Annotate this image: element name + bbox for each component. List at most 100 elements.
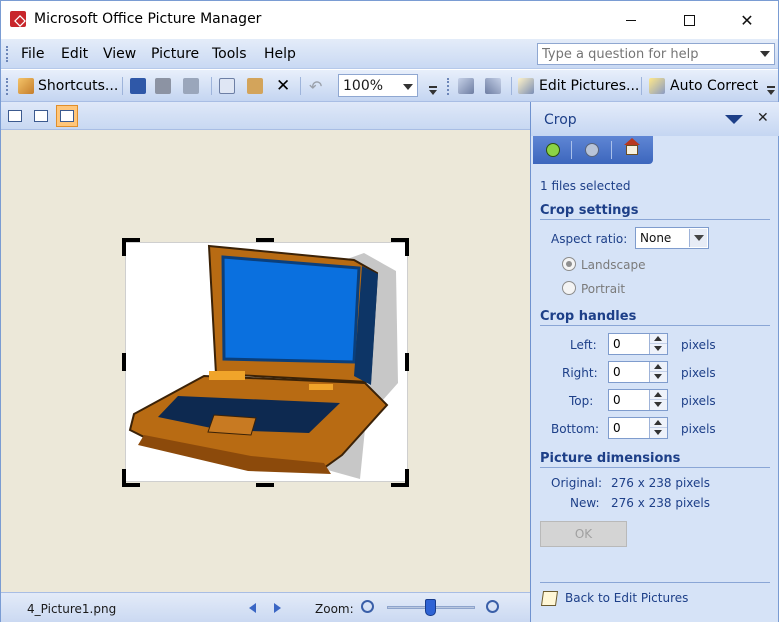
- filmstrip-view-button[interactable]: [30, 105, 52, 127]
- toolbar-grip[interactable]: [6, 78, 9, 95]
- landscape-radio[interactable]: [562, 257, 576, 271]
- menu-tools[interactable]: Tools: [212, 46, 247, 62]
- picture-manager-app-icon: [10, 11, 26, 27]
- section-divider: [540, 219, 770, 220]
- crop-handle-top-right[interactable]: [405, 238, 409, 256]
- left-handle-stepper[interactable]: [608, 333, 668, 355]
- stepper-up-icon[interactable]: [650, 362, 667, 372]
- back-to-edit-pictures-link[interactable]: Back to Edit Pictures: [565, 591, 688, 605]
- help-search-input[interactable]: [538, 44, 752, 64]
- save-button[interactable]: [130, 75, 146, 97]
- zoom-in-icon[interactable]: [486, 600, 499, 613]
- laptop-hinge-right: [309, 384, 333, 390]
- toolbar-separator: [122, 77, 123, 95]
- aspect-ratio-select[interactable]: None: [635, 227, 709, 249]
- zoom-out-icon[interactable]: [361, 600, 374, 613]
- zoom-dropdown-arrow-icon[interactable]: [403, 84, 413, 90]
- paste-button[interactable]: [247, 75, 263, 97]
- crop-handle-bottom-right[interactable]: [405, 469, 409, 487]
- menu-picture[interactable]: Picture: [151, 46, 199, 62]
- copy-button[interactable]: [219, 75, 235, 97]
- stepper-down-icon[interactable]: [650, 372, 667, 382]
- bottom-handle-stepper[interactable]: [608, 417, 668, 439]
- menu-view[interactable]: View: [103, 46, 136, 62]
- print-button[interactable]: [155, 75, 171, 97]
- single-picture-view-button[interactable]: [56, 105, 78, 127]
- right-handle-stepper[interactable]: [608, 361, 668, 383]
- task-pane-navigation: [533, 136, 653, 164]
- crop-handle-bottom[interactable]: [256, 483, 274, 487]
- stepper-up-icon[interactable]: [650, 418, 667, 428]
- task-pane-menu-icon[interactable]: [725, 115, 743, 124]
- top-handle-unit: pixels: [681, 394, 716, 408]
- close-button[interactable]: ✕: [724, 1, 770, 39]
- stepper-down-icon[interactable]: [650, 344, 667, 354]
- footer-divider: [540, 582, 770, 583]
- previous-picture-icon[interactable]: [249, 603, 256, 613]
- delete-button[interactable]: ✕: [276, 75, 290, 97]
- stepper-up-icon[interactable]: [650, 334, 667, 344]
- rotate-left-icon: [458, 78, 474, 94]
- top-handle-input[interactable]: [609, 390, 649, 410]
- task-pane-forward-button[interactable]: [583, 141, 601, 159]
- stepper-down-icon[interactable]: [650, 428, 667, 438]
- filmstrip-view-icon: [34, 110, 48, 122]
- edit-pictures-button[interactable]: Edit Pictures...: [518, 75, 639, 97]
- menu-edit[interactable]: Edit: [61, 46, 88, 62]
- crop-frame[interactable]: [125, 242, 408, 482]
- stepper-buttons: [649, 390, 667, 410]
- rotate-right-button[interactable]: [485, 75, 501, 97]
- task-pane-close-icon[interactable]: ✕: [757, 110, 769, 126]
- crop-handle-left[interactable]: [122, 353, 126, 371]
- laptop-picture: [128, 244, 398, 479]
- save-icon: [130, 78, 146, 94]
- help-search-box[interactable]: [537, 43, 775, 65]
- crop-handle-right[interactable]: [405, 353, 409, 371]
- next-picture-icon[interactable]: [274, 603, 281, 613]
- task-pane-home-button[interactable]: [623, 138, 641, 159]
- portrait-label: Portrait: [581, 282, 626, 296]
- portrait-radio[interactable]: [562, 281, 576, 295]
- minimize-button[interactable]: [608, 1, 654, 39]
- rotate-right-icon: [485, 78, 501, 94]
- rotate-left-button[interactable]: [458, 75, 474, 97]
- menu-file[interactable]: File: [21, 46, 44, 62]
- ok-button[interactable]: OK: [540, 521, 627, 547]
- zoom-combo[interactable]: 100%: [338, 74, 418, 97]
- help-dropdown-arrow-icon[interactable]: [760, 51, 770, 57]
- maximize-button[interactable]: [666, 1, 712, 39]
- crop-handle-top[interactable]: [256, 238, 274, 242]
- stepper-up-icon[interactable]: [650, 390, 667, 400]
- left-handle-input[interactable]: [609, 334, 649, 354]
- toolbar-separator: [300, 77, 301, 95]
- zoom-slider-thumb[interactable]: [425, 599, 436, 616]
- undo-button[interactable]: ↶: [309, 75, 322, 97]
- stepper-buttons: [649, 362, 667, 382]
- auto-correct-button[interactable]: Auto Correct: [649, 75, 758, 97]
- chevron-down-icon[interactable]: [689, 229, 707, 247]
- print-icon: [155, 78, 171, 94]
- toolbar-grip[interactable]: [447, 78, 450, 95]
- nav-separator: [571, 141, 572, 159]
- crop-handle-bottom-left[interactable]: [122, 483, 140, 487]
- menu-grip[interactable]: [6, 46, 9, 62]
- top-handle-stepper[interactable]: [608, 389, 668, 411]
- right-handle-unit: pixels: [681, 366, 716, 380]
- bottom-handle-input[interactable]: [609, 418, 649, 438]
- home-icon: [624, 138, 640, 155]
- crop-settings-heading: Crop settings: [540, 203, 639, 218]
- toolbar-separator: [641, 77, 642, 95]
- picture-dimensions-heading: Picture dimensions: [540, 451, 681, 466]
- chevron-down-icon: [429, 90, 437, 95]
- toolbar-overflow-button[interactable]: [427, 73, 439, 99]
- thumbnail-view-button[interactable]: [4, 105, 26, 127]
- task-pane-header: Crop ✕: [531, 102, 779, 136]
- menu-help[interactable]: Help: [264, 46, 296, 62]
- mail-button[interactable]: [183, 75, 199, 97]
- shortcuts-button[interactable]: Shortcuts...: [18, 75, 118, 97]
- crop-handle-top-left[interactable]: [122, 238, 126, 256]
- right-handle-input[interactable]: [609, 362, 649, 382]
- task-pane-back-button[interactable]: [544, 141, 562, 159]
- stepper-down-icon[interactable]: [650, 400, 667, 410]
- toolbar-overflow-button[interactable]: [765, 73, 777, 99]
